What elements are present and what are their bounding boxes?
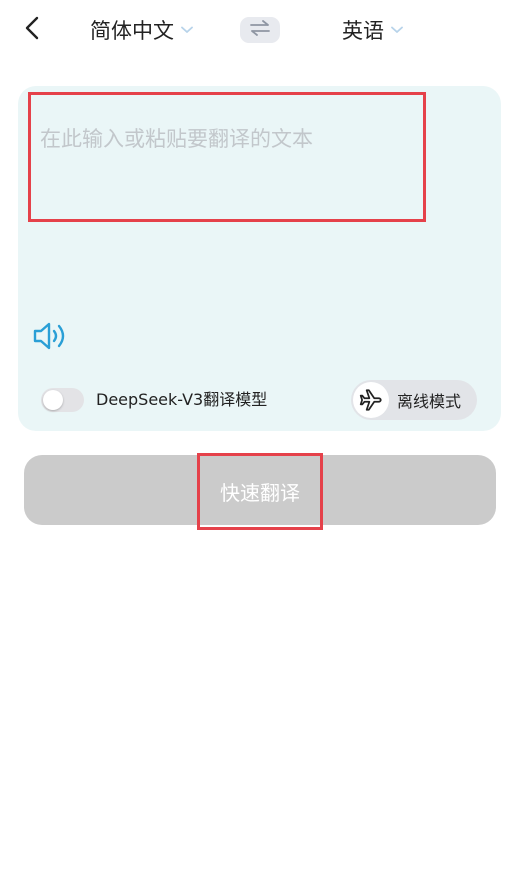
source-language-selector[interactable]: 简体中文: [90, 14, 194, 46]
source-text-input[interactable]: [31, 95, 423, 219]
chevron-down-icon: [390, 23, 404, 37]
top-bar: 简体中文 英语: [0, 0, 516, 62]
offline-mode-button[interactable]: 离线模式: [351, 380, 477, 420]
swap-arrows-icon: [249, 20, 271, 40]
text-input-area[interactable]: [28, 92, 426, 222]
offline-mode-label: 离线模式: [397, 392, 462, 411]
deepseek-model-label: DeepSeek-V3翻译模型: [96, 390, 268, 409]
swap-languages-button[interactable]: [240, 17, 280, 43]
target-language-selector[interactable]: 英语: [342, 14, 404, 46]
speaker-volume-icon: [32, 322, 72, 355]
back-button[interactable]: [16, 14, 48, 46]
deepseek-model-toggle[interactable]: [41, 388, 84, 412]
chevron-left-icon: [25, 16, 39, 44]
speaker-button[interactable]: [32, 321, 72, 351]
quick-translate-label[interactable]: 快速翻译: [197, 453, 323, 530]
target-language-label: 英语: [342, 19, 384, 43]
airplane-icon: [353, 382, 389, 418]
source-language-label: 简体中文: [90, 19, 174, 43]
translation-input-card: DeepSeek-V3翻译模型 离线模式: [18, 86, 501, 431]
toggle-knob: [43, 390, 63, 410]
chevron-down-icon: [180, 23, 194, 37]
